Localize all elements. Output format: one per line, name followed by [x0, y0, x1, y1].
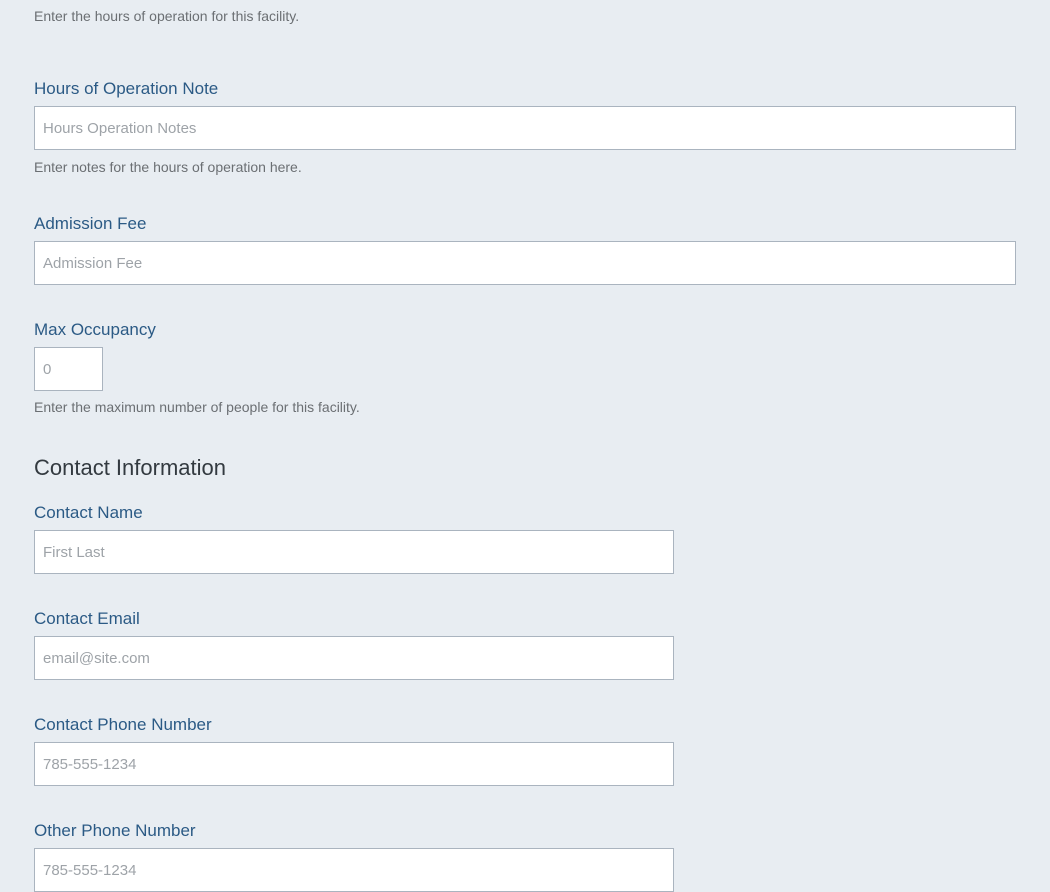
max-occupancy-label: Max Occupancy [34, 320, 156, 339]
max-occupancy-input[interactable] [34, 347, 103, 391]
admission-fee-label: Admission Fee [34, 214, 147, 233]
facility-form: Enter the hours of operation for this fa… [0, 0, 1050, 892]
contact-information-heading: Contact Information [34, 455, 226, 480]
other-phone-input[interactable] [34, 848, 674, 892]
contact-phone-label: Contact Phone Number [34, 715, 212, 734]
hours-of-operation-help: Enter the hours of operation for this fa… [34, 8, 300, 24]
max-occupancy-help: Enter the maximum number of people for t… [34, 399, 360, 415]
contact-email-input[interactable] [34, 636, 674, 680]
contact-name-label: Contact Name [34, 503, 143, 522]
contact-phone-input[interactable] [34, 742, 674, 786]
hours-note-help: Enter notes for the hours of operation h… [34, 159, 302, 175]
contact-email-label: Contact Email [34, 609, 140, 628]
admission-fee-input[interactable] [34, 241, 1016, 285]
hours-note-label: Hours of Operation Note [34, 79, 219, 98]
other-phone-label: Other Phone Number [34, 821, 196, 840]
hours-note-input[interactable] [34, 106, 1016, 150]
contact-name-input[interactable] [34, 530, 674, 574]
